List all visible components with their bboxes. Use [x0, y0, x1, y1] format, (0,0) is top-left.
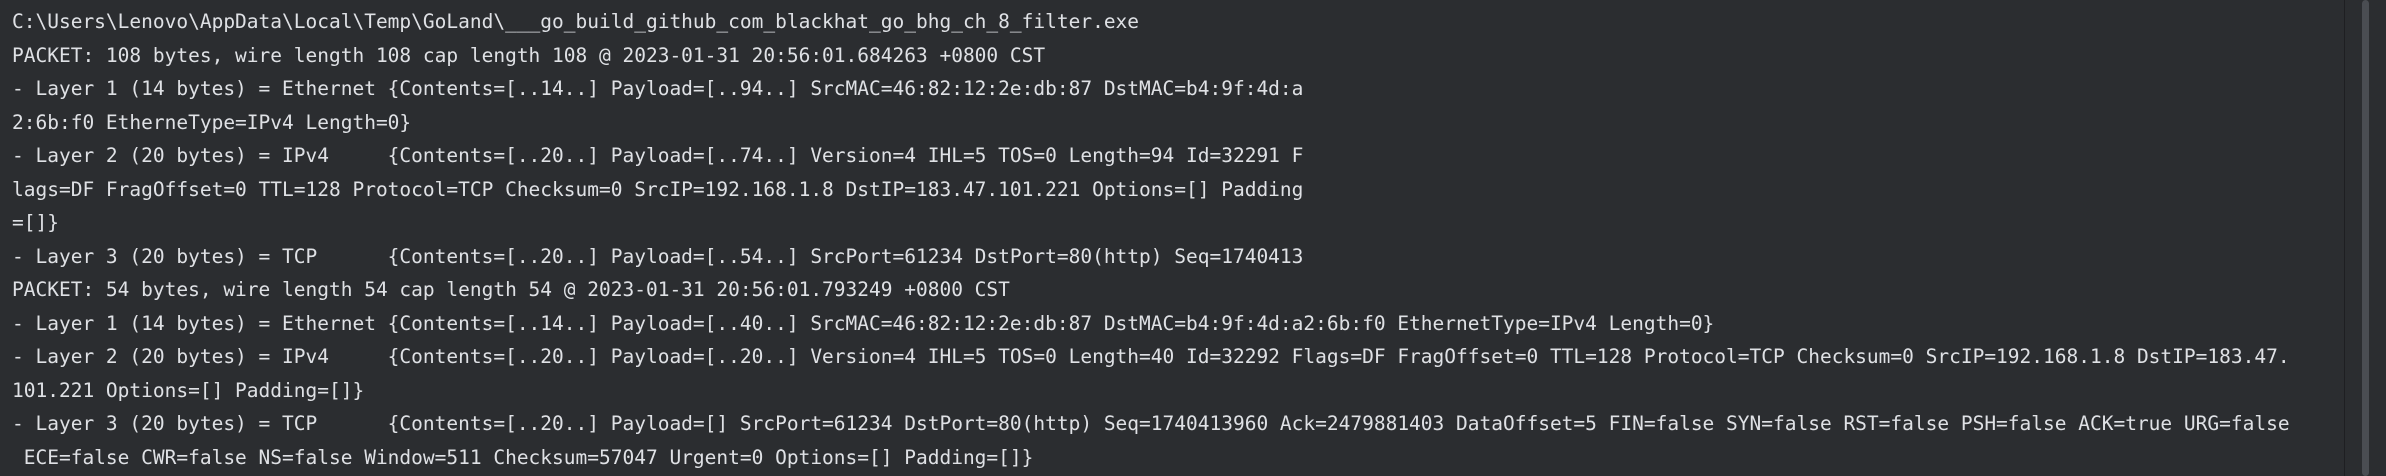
console-line: 101.221 Options=[] Padding=[]}	[12, 378, 365, 402]
console-line: =[]}	[12, 211, 59, 234]
console-line-exe-path: C:\Users\Lenovo\AppData\Local\Temp\GoLan…	[12, 10, 1140, 33]
console-line: PACKET: 108 bytes, wire length 108 cap l…	[12, 43, 1046, 67]
console-line: - Layer 3 (20 bytes) = TCP {Contents=[..…	[12, 244, 1304, 268]
console-line: PACKET: 54 bytes, wire length 54 cap len…	[12, 278, 1010, 301]
console-line: ECE=false CWR=false NS=false Window=511 …	[12, 445, 1034, 469]
console-line: 2:6b:f0 EtherneType=IPv4 Length=0}	[12, 110, 412, 134]
run-console-output[interactable]: C:\Users\Lenovo\AppData\Local\Temp\GoLan…	[0, 0, 2344, 476]
console-line: - Layer 1 (14 bytes) = Ethernet {Content…	[12, 77, 1304, 100]
console-lines: C:\Users\Lenovo\AppData\Local\Temp\GoLan…	[12, 5, 2342, 474]
console-line: - Layer 2 (20 bytes) = IPv4 {Contents=[.…	[12, 345, 2290, 368]
console-line: lags=DF FragOffset=0 TTL=128 Protocol=TC…	[12, 177, 1304, 201]
console-line: - Layer 2 (20 bytes) = IPv4 {Contents=[.…	[12, 144, 1304, 167]
console-line: - Layer 3 (20 bytes) = TCP {Contents=[..…	[12, 412, 2290, 435]
scrollbar-thumb[interactable]	[2362, 0, 2369, 476]
console-line: - Layer 1 (14 bytes) = Ethernet {Content…	[12, 311, 1715, 335]
